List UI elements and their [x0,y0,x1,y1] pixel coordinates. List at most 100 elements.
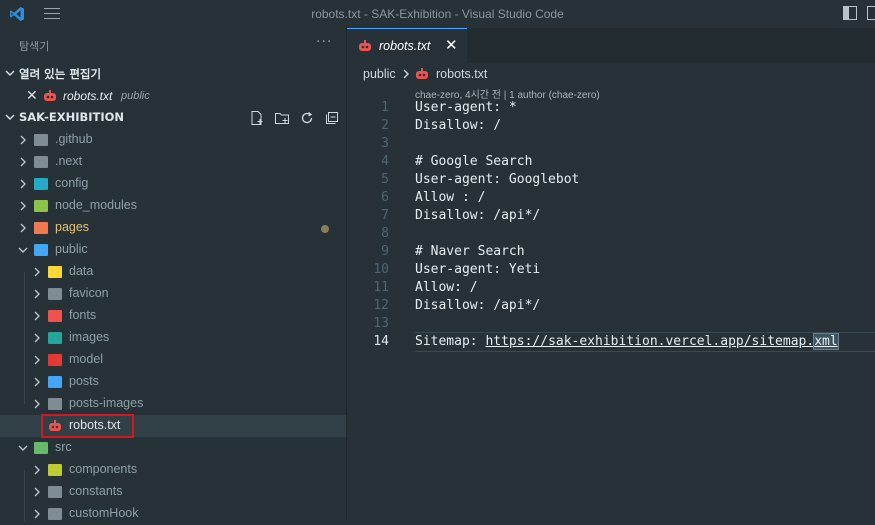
new-file-icon[interactable] [249,110,265,126]
tree-label: public [55,242,88,256]
sitemap-key: Sitemap: [415,334,486,349]
tree-folder-pages[interactable]: pages [0,217,346,239]
chevron-right-icon [34,311,40,321]
code-line: 11 Allow: / [347,279,875,297]
line-number: 4 [381,154,389,169]
folder-posts-images-icon [48,398,62,410]
folder-posts-icon [48,376,62,388]
code-line: 7 Disallow: /api*/ [347,207,875,225]
tree-label: pages [55,220,90,234]
breadcrumb: public robots.txt [347,63,875,85]
open-editor-item[interactable]: ✕ robots.txt public [0,86,346,108]
line-text: # Google Search [415,154,533,169]
line-text: Allow: / [415,280,478,295]
editor-tab-bar: robots.txt ✕ [347,28,875,63]
tree-folder-github[interactable]: .github [0,129,346,151]
tree-label: .next [55,154,83,168]
chevron-right-icon [34,465,40,475]
line-number: 9 [381,244,389,259]
line-number: 8 [381,226,389,241]
robot-file-icon [359,40,371,51]
tree-folder-model[interactable]: model [0,349,346,371]
line-text: Disallow: /api*/ [415,208,541,223]
tree-label: config [55,176,89,190]
code-line: 5 User-agent: Googlebot [347,171,875,189]
tree-label: model [69,352,104,366]
tree-label: data [69,264,94,278]
tree-folder-public[interactable]: public [0,239,346,261]
tree-folder-src[interactable]: src [0,437,346,459]
tree-label: fonts [69,308,97,322]
toggle-sidebar-icon[interactable] [843,6,857,20]
chevron-right-icon [20,135,26,145]
chevron-right-icon [20,179,26,189]
tree-label: src [55,440,72,454]
chevron-down-icon [5,70,15,76]
code-line: 1 User-agent: * [347,99,875,117]
folder-src-icon [34,442,48,454]
refresh-icon[interactable] [299,110,315,126]
chevron-right-icon [20,223,26,233]
close-icon[interactable]: ✕ [445,36,458,54]
chevron-down-icon [18,445,28,451]
folder-customhook-icon [48,508,62,520]
open-editors-section-header[interactable]: 열려 있는 편집기 [0,63,346,85]
folder-github-icon [34,134,48,146]
tree-label: node_modules [55,198,138,212]
chevron-right-icon [20,201,26,211]
folder-public-icon [34,244,48,256]
chevron-down-icon [5,114,15,120]
tree-folder-config[interactable]: config [0,173,346,195]
line-number: 7 [381,208,389,223]
line-text: Disallow: / [415,118,502,133]
folder-data-icon [48,266,62,278]
code-line: 8 [347,225,875,243]
tree-label: constants [69,484,123,498]
line-number: 3 [381,136,389,151]
tree-folder-images[interactable]: images [0,327,346,349]
open-editors-title: 열려 있는 편집기 [19,67,102,81]
tab-label: robots.txt [379,39,431,53]
line-number: 5 [381,172,389,187]
tree-folder-fonts[interactable]: fonts [0,305,346,327]
tree-folder-data[interactable]: data [0,261,346,283]
line-text: User-agent: Yeti [415,262,541,277]
tree-folder-node-modules[interactable]: node_modules [0,195,346,217]
line-number: 11 [373,280,389,295]
tree-folder-posts[interactable]: posts [0,371,346,393]
folder-model-icon [48,354,62,366]
sitemap-url-link[interactable]: https://sak-exhibition.vercel.app/sitema… [485,333,839,350]
close-icon[interactable]: ✕ [26,88,38,104]
chevron-right-icon [34,377,40,387]
tree-folder-customhook[interactable]: customHook [0,503,346,525]
tree-label: posts [69,374,99,388]
more-actions-icon[interactable]: ··· [316,34,332,50]
code-line: 13 [347,315,875,333]
tree-folder-favicon[interactable]: favicon [0,283,346,305]
tree-folder-next[interactable]: .next [0,151,346,173]
tree-folder-components[interactable]: components [0,459,346,481]
line-text: # Naver Search [415,244,525,259]
tree-folder-posts-images[interactable]: posts-images [0,393,346,415]
explorer-header: 탐색기 ··· [0,28,346,64]
line-number: 1 [381,100,389,115]
new-folder-icon[interactable] [274,110,290,126]
collapse-all-icon[interactable] [324,110,340,126]
breadcrumb-file[interactable]: robots.txt [436,67,487,81]
modified-dot-icon [321,225,329,233]
robot-file-icon [44,90,56,101]
chevron-right-icon [34,267,40,277]
folder-constants-icon [48,486,62,498]
code-line: 2 Disallow: / [347,117,875,135]
line-text: User-agent: Googlebot [415,172,580,187]
breadcrumb-folder[interactable]: public [363,67,396,81]
project-section-header[interactable]: SAK-EXHIBITION [0,107,346,129]
folder-next-icon [34,156,48,168]
tree-folder-constants[interactable]: constants [0,481,346,503]
chevron-right-icon [34,399,40,409]
explorer-title: 탐색기 [19,40,50,53]
line-text: Sitemap: https://sak-exhibition.vercel.a… [415,333,839,350]
tab-robots-txt[interactable]: robots.txt ✕ [347,28,467,63]
line-text: Allow : / [415,190,486,205]
toggle-panel-icon[interactable] [867,6,875,20]
